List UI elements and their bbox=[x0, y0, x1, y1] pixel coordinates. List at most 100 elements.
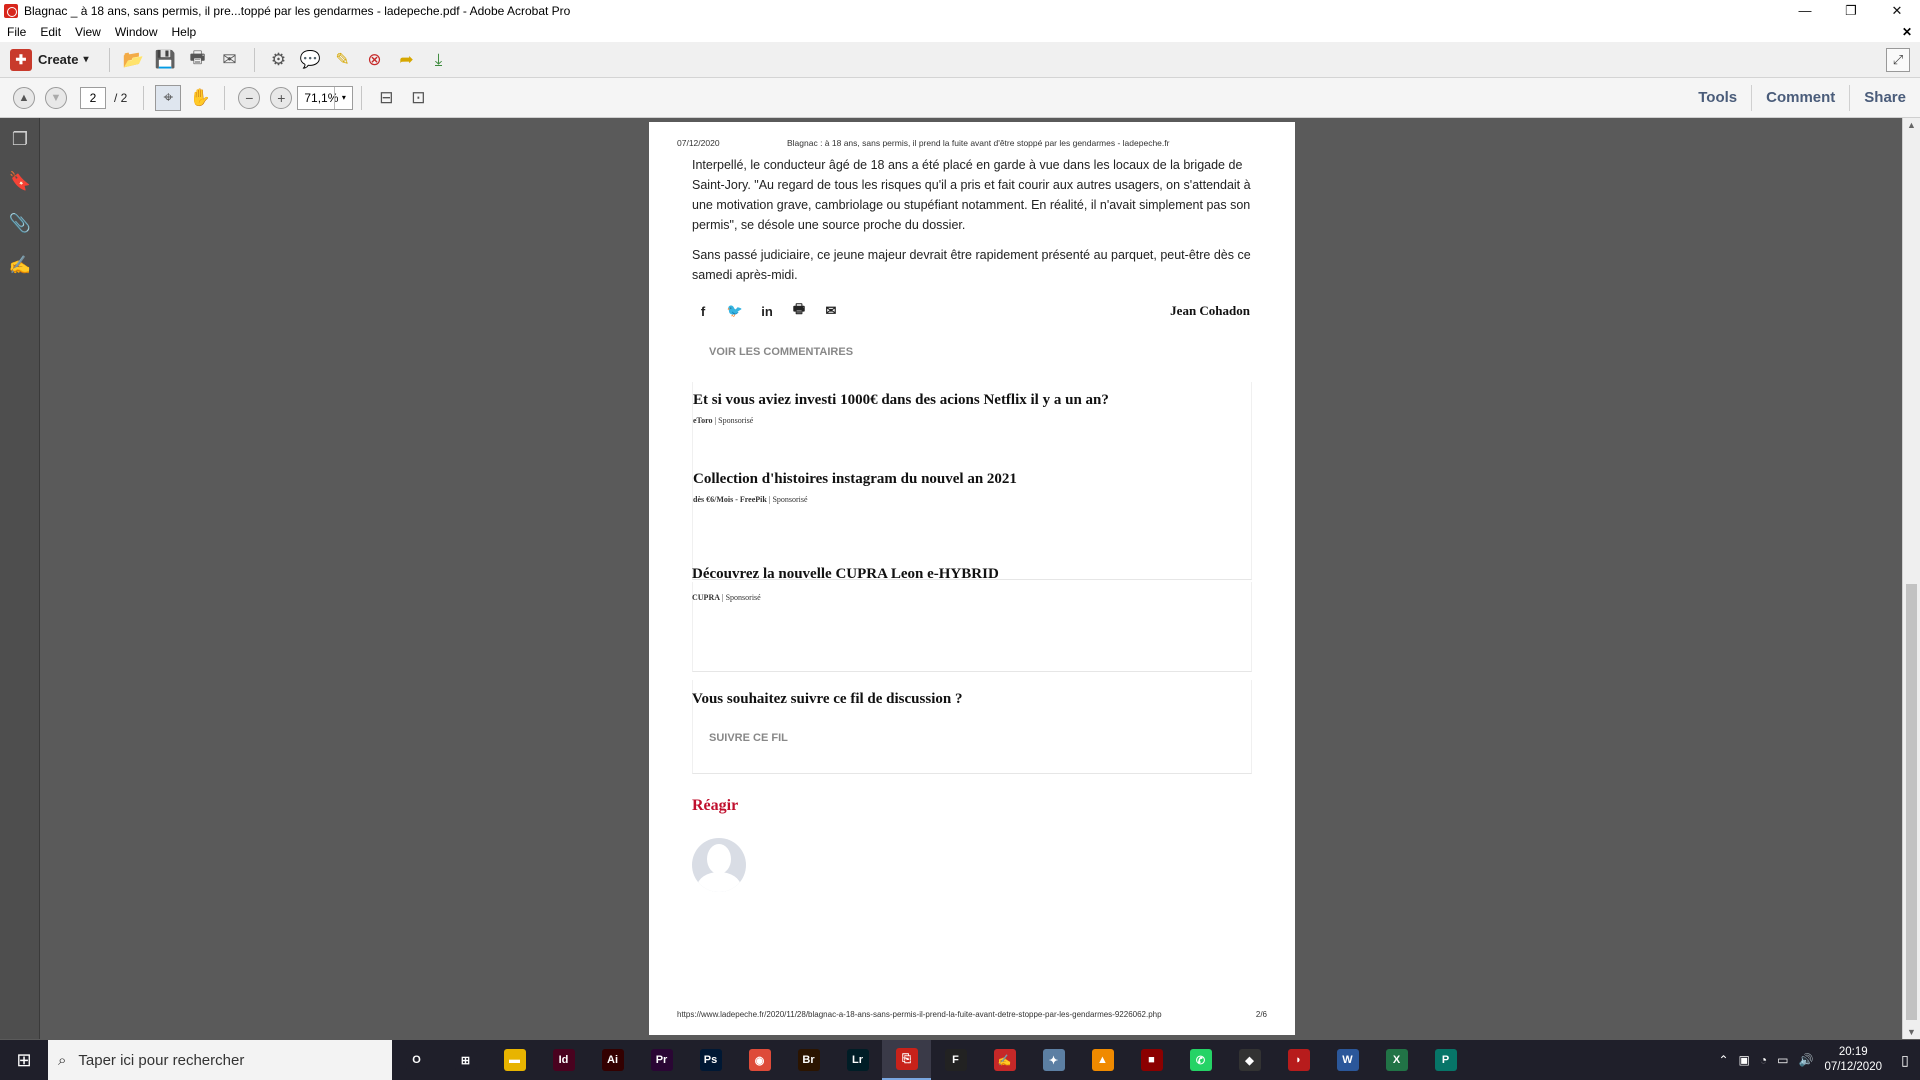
sponsored-headline[interactable]: Découvrez la nouvelle CUPRA Leon e-HYBRI… bbox=[692, 566, 999, 583]
header-date: 07/12/2020 bbox=[677, 138, 720, 148]
fullscreen-expand-icon[interactable]: ⤢ bbox=[1886, 47, 1910, 72]
attachments-paperclip-icon[interactable]: 📎 bbox=[0, 202, 40, 244]
whatsapp-icon[interactable]: ✆ bbox=[1176, 1040, 1225, 1080]
create-caret-icon: ▾ bbox=[83, 54, 89, 65]
notification-center-icon[interactable]: ▯ bbox=[1890, 1040, 1920, 1080]
toolbar-separator bbox=[253, 47, 255, 72]
close-document-button[interactable]: ✕ bbox=[1902, 25, 1912, 39]
publisher-icon[interactable]: P bbox=[1421, 1040, 1470, 1080]
fontforge-icon[interactable]: F bbox=[931, 1040, 980, 1080]
acrobat-icon[interactable]: ⎘ bbox=[882, 1040, 931, 1080]
windows-start-icon[interactable]: ⊞ bbox=[0, 1040, 48, 1080]
taskbar-app-glyph: X bbox=[1385, 1049, 1408, 1071]
page-number-input[interactable]: 2 bbox=[80, 86, 106, 109]
email-share-icon[interactable]: ✉ bbox=[820, 303, 842, 319]
signatures-icon[interactable]: ✍ bbox=[0, 244, 40, 286]
red-app-icon[interactable]: ■ bbox=[1127, 1040, 1176, 1080]
hand-tool-icon[interactable]: ✋ bbox=[187, 85, 213, 111]
task-view-icon[interactable]: ⊞ bbox=[441, 1040, 490, 1080]
menu-help[interactable]: Help bbox=[165, 25, 204, 39]
taskbar-clock[interactable]: 20:19 07/12/2020 bbox=[1824, 1045, 1882, 1075]
toolbar-separator bbox=[108, 47, 110, 72]
select-cursor-icon[interactable]: ⌖ bbox=[155, 84, 182, 111]
indesign-icon[interactable]: Id bbox=[539, 1040, 588, 1080]
article-author: Jean Cohadon bbox=[1170, 303, 1250, 318]
previous-page-icon[interactable]: ▲ bbox=[13, 86, 35, 109]
zoom-in-icon[interactable]: + bbox=[270, 86, 293, 109]
paint-app-icon[interactable]: ✦ bbox=[1029, 1040, 1078, 1080]
highlight-icon[interactable]: ✎ bbox=[330, 47, 356, 73]
create-button[interactable]: ✚ Create ▾ bbox=[10, 48, 89, 71]
menu-edit[interactable]: Edit bbox=[33, 25, 68, 39]
excel-icon[interactable]: X bbox=[1372, 1040, 1421, 1080]
open-folder-icon[interactable]: 📂 bbox=[121, 47, 147, 73]
zoom-level-select[interactable]: 71,1% ▾ bbox=[297, 85, 354, 110]
restore-button[interactable]: ❐ bbox=[1828, 0, 1874, 22]
lightroom-icon[interactable]: Lr bbox=[833, 1040, 882, 1080]
car-app-icon[interactable]: ◗ bbox=[1274, 1040, 1323, 1080]
taskbar-app-glyph: ⊞ bbox=[454, 1049, 477, 1071]
menu-window[interactable]: Window bbox=[108, 25, 165, 39]
save-icon[interactable]: 💾 bbox=[153, 47, 179, 73]
tray-battery-icon[interactable]: ▭ bbox=[1777, 1053, 1788, 1067]
facebook-icon[interactable]: f bbox=[692, 304, 714, 319]
delete-page-icon[interactable]: ⊗ bbox=[362, 47, 388, 73]
pages-thumbnail-icon[interactable]: ❐ bbox=[0, 118, 40, 160]
menu-view[interactable]: View bbox=[68, 25, 108, 39]
sponsored-meta: dès €6/Mois - FreePik | Sponsorisé bbox=[693, 495, 808, 504]
close-button[interactable]: ✕ bbox=[1874, 0, 1920, 22]
sponsored-headline[interactable]: Collection d'histoires instagram du nouv… bbox=[693, 471, 1017, 488]
photoshop-icon[interactable]: Ps bbox=[686, 1040, 735, 1080]
scroll-down-icon[interactable]: ▼ bbox=[1907, 1027, 1916, 1037]
diamond-app-icon[interactable]: ◆ bbox=[1225, 1040, 1274, 1080]
taskbar-app-glyph: ▬ bbox=[503, 1049, 526, 1071]
fit-page-icon[interactable]: ⊟ bbox=[373, 85, 399, 111]
sponsored-headline[interactable]: Et si vous aviez investi 1000€ dans des … bbox=[693, 392, 1109, 409]
follow-thread-link[interactable]: SUIVRE CE FIL bbox=[709, 732, 788, 744]
chrome-icon[interactable]: ◉ bbox=[735, 1040, 784, 1080]
email-icon[interactable]: ✉ bbox=[217, 47, 243, 73]
print-icon[interactable]: 🖶 bbox=[788, 300, 810, 322]
export-icon[interactable]: ➦ bbox=[394, 47, 420, 73]
scroll-up-icon[interactable]: ▲ bbox=[1907, 120, 1916, 130]
vertical-scrollbar[interactable]: ▲ ▼ bbox=[1902, 118, 1920, 1039]
cortana-icon[interactable]: O bbox=[392, 1040, 441, 1080]
premiere-icon[interactable]: Pr bbox=[637, 1040, 686, 1080]
zoom-out-icon[interactable]: − bbox=[238, 86, 261, 109]
tray-chevron-up-icon[interactable]: ⌃ bbox=[1718, 1053, 1728, 1067]
settings-gear-icon[interactable]: ⚙ bbox=[266, 47, 292, 73]
import-icon[interactable]: ⤓ bbox=[426, 47, 452, 73]
pane-links: Tools Comment Share bbox=[1684, 78, 1920, 118]
scrollbar-thumb[interactable] bbox=[1906, 584, 1917, 1020]
search-icon: ⌕ bbox=[58, 1051, 67, 1069]
word-icon[interactable]: W bbox=[1323, 1040, 1372, 1080]
vlc-icon[interactable]: ▲ bbox=[1078, 1040, 1127, 1080]
tray-meet-icon[interactable]: ▣ bbox=[1739, 1053, 1750, 1067]
tray-network-icon[interactable]: ◔ bbox=[1760, 1053, 1767, 1067]
share-link[interactable]: Share bbox=[1849, 84, 1920, 111]
linkedin-icon[interactable]: in bbox=[756, 304, 778, 319]
bridge-icon[interactable]: Br bbox=[784, 1040, 833, 1080]
voir-commentaires-link[interactable]: VOIR LES COMMENTAIRES bbox=[709, 346, 853, 358]
taskbar-app-glyph: ◗ bbox=[1287, 1049, 1310, 1071]
file-explorer-icon[interactable]: ▬ bbox=[490, 1040, 539, 1080]
minimize-button[interactable]: — bbox=[1782, 0, 1828, 22]
taskbar-search-box[interactable]: ⌕ Taper ici pour rechercher bbox=[48, 1040, 392, 1080]
signature-app-icon[interactable]: ✍ bbox=[980, 1040, 1029, 1080]
bookmarks-icon[interactable]: 🔖 bbox=[0, 160, 40, 202]
twitter-icon[interactable]: 🐦 bbox=[724, 303, 746, 319]
tools-link[interactable]: Tools bbox=[1684, 85, 1751, 111]
title-bar: Blagnac _ à 18 ans, sans permis, il pre.… bbox=[0, 0, 1920, 22]
tray-volume-icon[interactable]: 🔊 bbox=[1798, 1053, 1813, 1067]
illustrator-icon[interactable]: Ai bbox=[588, 1040, 637, 1080]
fit-width-icon[interactable]: ⊡ bbox=[405, 85, 431, 111]
comment-bubble-icon[interactable]: 💬 bbox=[298, 47, 324, 73]
menu-file[interactable]: File bbox=[0, 25, 33, 39]
search-placeholder: Taper ici pour rechercher bbox=[78, 1051, 245, 1069]
print-icon[interactable]: 🖶 bbox=[185, 47, 211, 73]
avatar-body-shape bbox=[697, 872, 741, 892]
article-paragraph: Sans passé judiciaire, ce jeune majeur d… bbox=[692, 248, 1251, 282]
next-page-icon[interactable]: ▼ bbox=[45, 86, 67, 109]
comment-link[interactable]: Comment bbox=[1751, 84, 1849, 111]
zoom-dropdown-icon[interactable]: ▾ bbox=[334, 86, 352, 109]
